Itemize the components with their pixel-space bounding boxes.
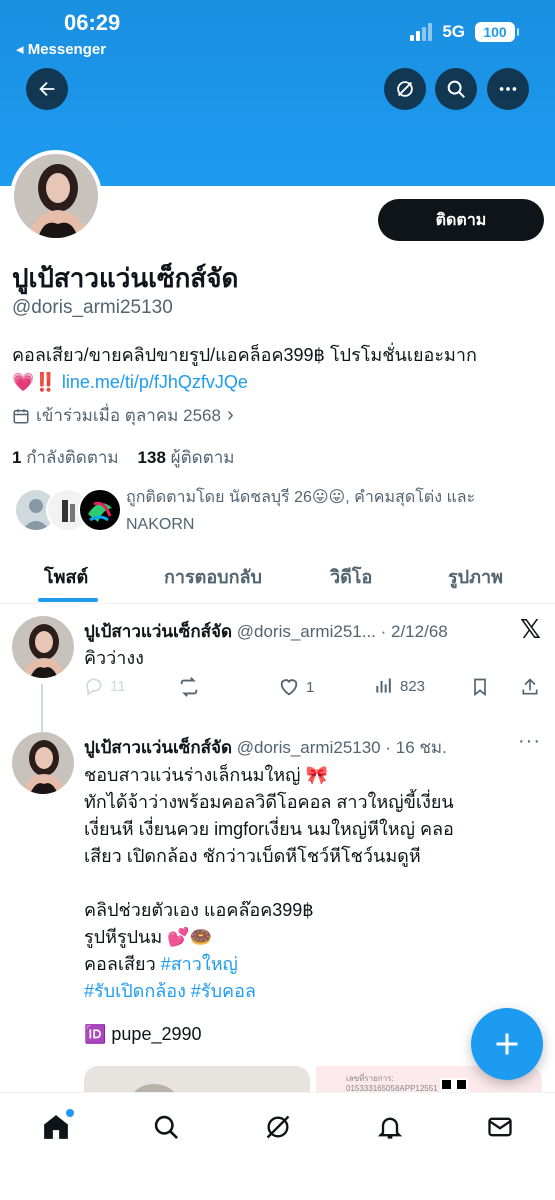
status-time: 06:29: [64, 10, 121, 35]
profile-tabs: โพสต์ การตอบกลับ วิดีโอ รูปภาพ: [0, 548, 555, 604]
grok-button[interactable]: [384, 68, 426, 110]
search-button[interactable]: [435, 68, 477, 110]
home-icon: [44, 1115, 68, 1139]
followed-by-text: ถูกติดตามโดย นัดชลบุรี 26😛😛, คำคมสุดโต่ง…: [126, 489, 476, 533]
plus-icon: [496, 1033, 518, 1055]
status-indicators: 5G 100: [410, 22, 519, 42]
follow-counts: 1 กำลังติดตาม 138 ผู้ติดตาม: [12, 444, 235, 471]
bio-emoji: 💗‼️: [12, 372, 57, 392]
profile-name: ปูเป้สาวแว่นเซ็กส์จัด: [12, 263, 239, 293]
reply-button[interactable]: 11: [84, 676, 126, 696]
avatar-photo: [14, 154, 98, 238]
bell-icon: [377, 1117, 403, 1139]
nav-search[interactable]: [148, 1109, 184, 1145]
post-meta: @doris_armi25130 · 16 ชม.: [236, 738, 447, 757]
id-line: 🆔 pupe_2990: [84, 1024, 202, 1044]
followed-by-avatars[interactable]: [14, 488, 124, 534]
joined-date[interactable]: เข้าร่วมเมื่อ ตุลาคม 2568 ›: [12, 402, 234, 429]
follow-button[interactable]: ติดตาม: [378, 199, 544, 241]
signal-icon: [410, 23, 433, 41]
profile-bio: คอลเสียว/ขายคลิปขายรูป/แอคล็อค399฿ โปรโม…: [12, 342, 547, 396]
x-logo-icon: 𝕏: [520, 614, 541, 644]
mail-icon: [488, 1117, 512, 1137]
bio-text: คอลเสียว/ขายคลิปขายรูป/แอคล็อค399฿ โปรโม…: [12, 345, 477, 365]
hashtag-link[interactable]: #รับเปิดกล้อง: [84, 981, 186, 1001]
nav-notifications[interactable]: [372, 1109, 408, 1145]
hashtag-link[interactable]: #สาวใหญ่: [161, 954, 238, 974]
tab-photos[interactable]: รูปภาพ: [448, 562, 503, 591]
repost-button[interactable]: [178, 676, 206, 698]
heart-icon: [280, 679, 298, 696]
nav-grok[interactable]: [260, 1109, 296, 1145]
like-button[interactable]: 1: [278, 676, 314, 698]
back-to-app-link[interactable]: ◂ Messenger: [16, 40, 106, 58]
bookmark-icon: [474, 678, 486, 697]
post-text: ชอบสาวแว่นร่างเล็กนมใหญ่ 🎀 ทักได้จ้าว่าง…: [84, 762, 454, 1048]
views-icon: [376, 678, 391, 693]
arrow-left-icon: [39, 81, 55, 97]
post-header: ปูเป้สาวแว่นเซ็กส์จัด @doris_armi251... …: [84, 618, 448, 645]
post-actions: 11 1 823: [84, 676, 544, 704]
post-author-name[interactable]: ปูเป้สาวแว่นเซ็กส์จัด: [84, 738, 232, 757]
grok-icon: [397, 81, 413, 97]
grok-icon: [266, 1115, 290, 1139]
nav-messages[interactable]: [482, 1109, 518, 1145]
nav-home[interactable]: [38, 1109, 74, 1145]
chevron-right-icon: ›: [226, 404, 234, 426]
share-button[interactable]: [520, 676, 540, 698]
post-more-icon[interactable]: ···: [518, 730, 541, 753]
tab-replies[interactable]: การตอบกลับ: [164, 562, 262, 591]
thread-line: [41, 684, 43, 732]
post-avatar[interactable]: [12, 732, 74, 794]
tab-videos[interactable]: วิดีโอ: [330, 562, 372, 591]
network-label: 5G: [442, 22, 465, 41]
post-text: คิวว่างง: [84, 648, 144, 668]
tab-posts[interactable]: โพสต์: [44, 562, 88, 591]
search-icon: [447, 80, 465, 98]
calendar-icon: [13, 408, 29, 423]
repost-icon: [180, 677, 198, 697]
compose-button[interactable]: [471, 1008, 543, 1080]
status-bar: 06:29 ◂ Messenger 5G 100: [0, 0, 555, 62]
reply-icon: [86, 678, 102, 696]
followers-link[interactable]: 138 ผู้ติดตาม: [138, 448, 235, 467]
post-avatar[interactable]: [12, 616, 74, 678]
following-link[interactable]: 1 กำลังติดตาม: [12, 448, 119, 467]
bio-link[interactable]: line.me/ti/p/fJhQzfvJQe: [62, 372, 248, 392]
search-icon: [154, 1115, 178, 1139]
battery-icon: 100: [475, 22, 519, 42]
post-meta: @doris_armi251... · 2/12/68: [236, 622, 448, 641]
hashtag-link[interactable]: #รับคอล: [191, 981, 256, 1001]
post-author-name[interactable]: ปูเป้สาวแว่นเซ็กส์จัด: [84, 622, 232, 641]
follower-avatar-3: [78, 488, 122, 532]
more-button[interactable]: [487, 68, 529, 110]
post-header: ปูเป้สาวแว่นเซ็กส์จัด @doris_armi25130 ·…: [84, 734, 447, 761]
views-button[interactable]: 823: [374, 676, 425, 696]
back-button[interactable]: [26, 68, 68, 110]
more-icon: [499, 87, 517, 91]
joined-text: เข้าร่วมเมื่อ ตุลาคม 2568: [36, 406, 221, 425]
notification-dot: [66, 1109, 74, 1117]
profile-handle: @doris_armi25130: [12, 297, 173, 318]
profile-avatar[interactable]: [10, 150, 102, 242]
bottom-nav: [0, 1092, 555, 1200]
share-icon: [522, 678, 538, 695]
bookmark-button[interactable]: [470, 676, 490, 698]
active-tab-indicator: [38, 598, 98, 602]
